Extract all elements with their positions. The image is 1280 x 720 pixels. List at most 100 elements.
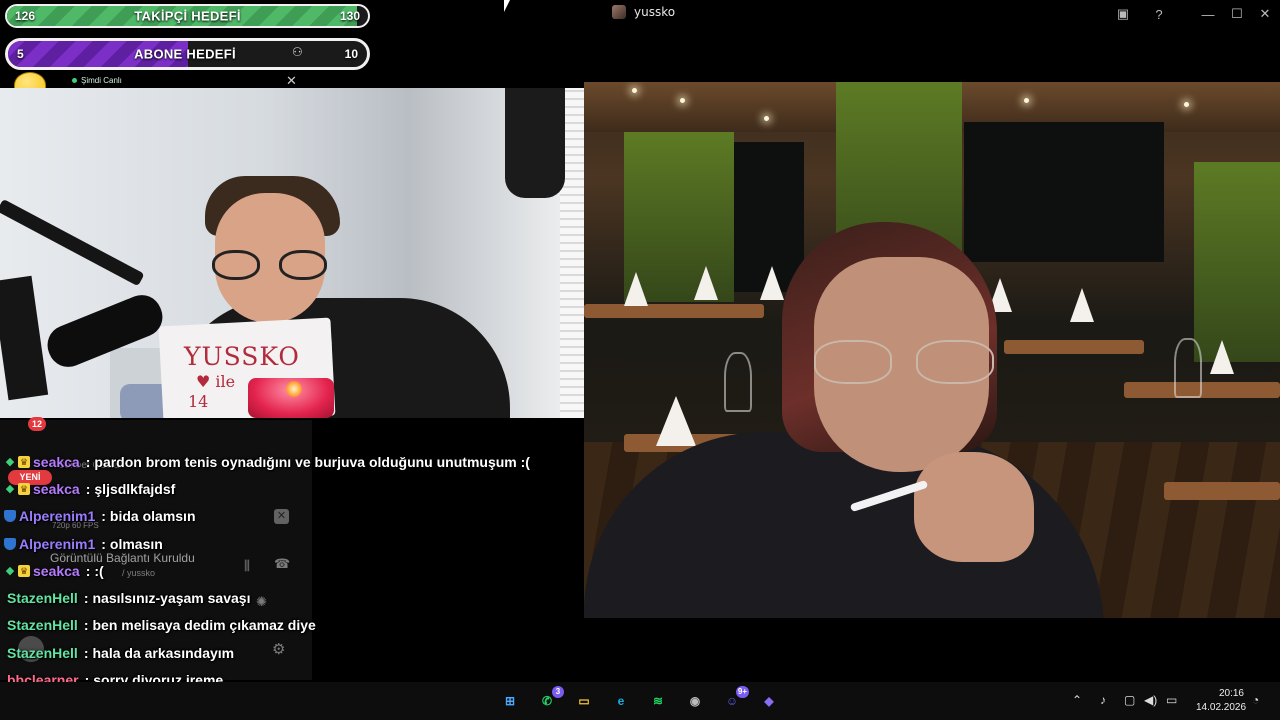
chat-username[interactable]: seakca — [33, 454, 80, 470]
ceiling-light — [1184, 102, 1189, 107]
discord-icon[interactable]: ☺ 9+ — [721, 686, 749, 712]
chat-username[interactable]: Alperenim1 — [19, 536, 95, 552]
chat-message: ◆ ♛ seakca: pardon brom tenis oynadığını ve… — [0, 448, 640, 475]
volume-icon[interactable]: ◀) — [1144, 693, 1157, 707]
guest-glasses — [814, 340, 994, 384]
edge-icon[interactable]: e — [610, 690, 632, 712]
chat-message-text: hala da arkasındayım — [92, 644, 235, 661]
restaurant-table — [1164, 482, 1280, 500]
restaurant-table — [584, 304, 764, 318]
chat-username[interactable]: StazenHell — [7, 590, 78, 606]
live-dot-icon — [72, 78, 77, 83]
app-notification-badge: 3 — [552, 686, 564, 698]
battery-icon[interactable]: ▭ — [1166, 693, 1177, 707]
close-window-button[interactable]: ✕ — [1256, 5, 1274, 23]
close-icon[interactable]: ✕ — [286, 73, 297, 89]
chat-username[interactable]: seakca — [33, 563, 80, 579]
right-webcam-feed — [584, 82, 1280, 618]
mic-arm — [0, 198, 145, 287]
chat-badges: ◆ ♛ — [4, 455, 30, 468]
add-user-icon: ⚇ — [292, 45, 303, 59]
folded-napkin — [760, 266, 784, 300]
vscode-icon[interactable]: ◆ — [758, 690, 780, 712]
chat-message-text: nasılsınız-yaşam savaşı — [92, 590, 251, 607]
chat-separator: : — [85, 453, 91, 470]
follower-goal-bar: 126 TAKİPÇİ HEDEFİ 130 — [5, 4, 370, 28]
windows-taskbar: ⌃ ♪ ▢ ◀) ▭ 20:16 14.02.2026 ◔ ⊞ ✆ 3 ▭ e ≋ ◉ ☺ 9+… — [0, 682, 1280, 720]
wine-glass — [724, 352, 752, 412]
file-explorer-icon[interactable]: ▭ — [573, 690, 595, 712]
subscriber-goal-bar: 5 ABONE HEDEFİ ⚇ 10 — [5, 38, 370, 70]
chat-badges: ◆ ♛ — [4, 564, 30, 577]
whatsapp-icon[interactable]: ✆ 3 — [536, 686, 564, 712]
crown-badge-icon: ♛ — [18, 482, 30, 495]
microphone-icon[interactable]: ♪ — [1100, 693, 1106, 707]
chat-message: StazenHell: ben melisaya dedim çıkamaz di… — [0, 612, 640, 639]
arrow-badge-icon: ◆ — [5, 564, 15, 577]
chat-message: StazenHell: hala da arkasındayım — [0, 639, 640, 666]
streamer-glasses — [212, 250, 327, 280]
notification-count-badge: 12 — [28, 417, 46, 431]
folded-napkin — [624, 272, 648, 306]
help-icon[interactable]: ? — [1150, 5, 1168, 23]
green-wall-right — [1194, 162, 1280, 362]
chat-separator: : — [85, 480, 91, 497]
candle-flame — [286, 380, 302, 398]
chat-username[interactable]: StazenHell — [7, 645, 78, 661]
live-status: Şimdi Canlı — [72, 76, 122, 85]
ceiling-light — [632, 88, 637, 93]
chat-message: Alperenim1: olmasın — [0, 530, 640, 557]
arrow-badge-icon: ◆ — [5, 482, 15, 495]
ceiling-light — [764, 116, 769, 121]
network-icon[interactable]: ▢ — [1124, 693, 1135, 707]
tray-overflow-icon[interactable]: ⌃ — [1072, 693, 1082, 707]
channel-avatar-icon — [612, 5, 626, 19]
chat-badges — [4, 537, 16, 550]
chat-username[interactable]: StazenHell — [7, 617, 78, 633]
chat-message-text: şljsdlkfajdsf — [94, 480, 176, 497]
folded-napkin — [694, 266, 718, 300]
chat-message: Alperenim1: bida olamsın — [0, 503, 640, 530]
chat-message-text: pardon brom tenis oynadığını ve burjuva … — [94, 453, 530, 470]
arrow-badge-icon: ◆ — [5, 455, 15, 468]
shield-badge-icon — [4, 510, 16, 523]
system-clock[interactable]: 20:16 14.02.2026 — [1196, 687, 1247, 715]
chat-message-text: :( — [94, 562, 104, 579]
crown-badge-icon: ♛ — [18, 455, 30, 468]
chat-message-text: olmasın — [109, 535, 163, 552]
left-webcam-feed: YUSSKO ♥ ile 14 — [0, 88, 584, 418]
hanging-coat — [505, 88, 565, 198]
chat-username[interactable]: seakca — [33, 481, 80, 497]
clock-date: 14.02.2026 — [1196, 702, 1247, 713]
chat-separator: : — [83, 617, 89, 634]
chat-separator: : — [101, 508, 106, 525]
window-title-group: yussko — [612, 5, 675, 19]
crown-badge-icon: ♛ — [18, 564, 30, 577]
chat-badges — [4, 510, 16, 523]
spotify-icon[interactable]: ≋ — [647, 690, 669, 712]
follower-goal-title: TAKİPÇİ HEDEFİ — [134, 8, 241, 24]
chat-separator: : — [83, 590, 89, 607]
wine-glass — [1174, 338, 1202, 398]
sign-line-2: ♥ ile — [196, 372, 236, 391]
chat-username[interactable]: Alperenim1 — [19, 508, 95, 524]
windows-start-icon[interactable]: ⊞ — [499, 690, 521, 712]
chat-message: StazenHell: nasılsınız-yaşam savaşı — [0, 584, 640, 611]
screen-share-icon[interactable]: ▣ — [1114, 5, 1132, 23]
chat-overlay: ◆ ♛ seakca: pardon brom tenis oynadığını ve… — [0, 448, 640, 720]
chat-separator: : — [85, 562, 91, 579]
subscriber-goal-target: 10 — [344, 47, 358, 61]
shield-badge-icon — [4, 537, 16, 550]
obs-icon[interactable]: ◉ — [684, 690, 706, 712]
folded-napkin — [1070, 288, 1094, 322]
notification-icon[interactable]: ◔ — [1252, 693, 1259, 707]
chat-message: ◆ ♛ seakca::( — [0, 557, 640, 584]
maximize-button[interactable]: ☐ — [1228, 5, 1246, 23]
minimize-button[interactable]: — — [1199, 5, 1217, 23]
dark-window — [964, 122, 1164, 262]
mic-mount — [0, 275, 49, 401]
chat-message: ◆ ♛ seakca: şljsdlkfajdsf — [0, 475, 640, 502]
app-notification-badge: 9+ — [735, 686, 749, 698]
restaurant-table — [1004, 340, 1144, 354]
chat-badges: ◆ ♛ — [4, 482, 30, 495]
